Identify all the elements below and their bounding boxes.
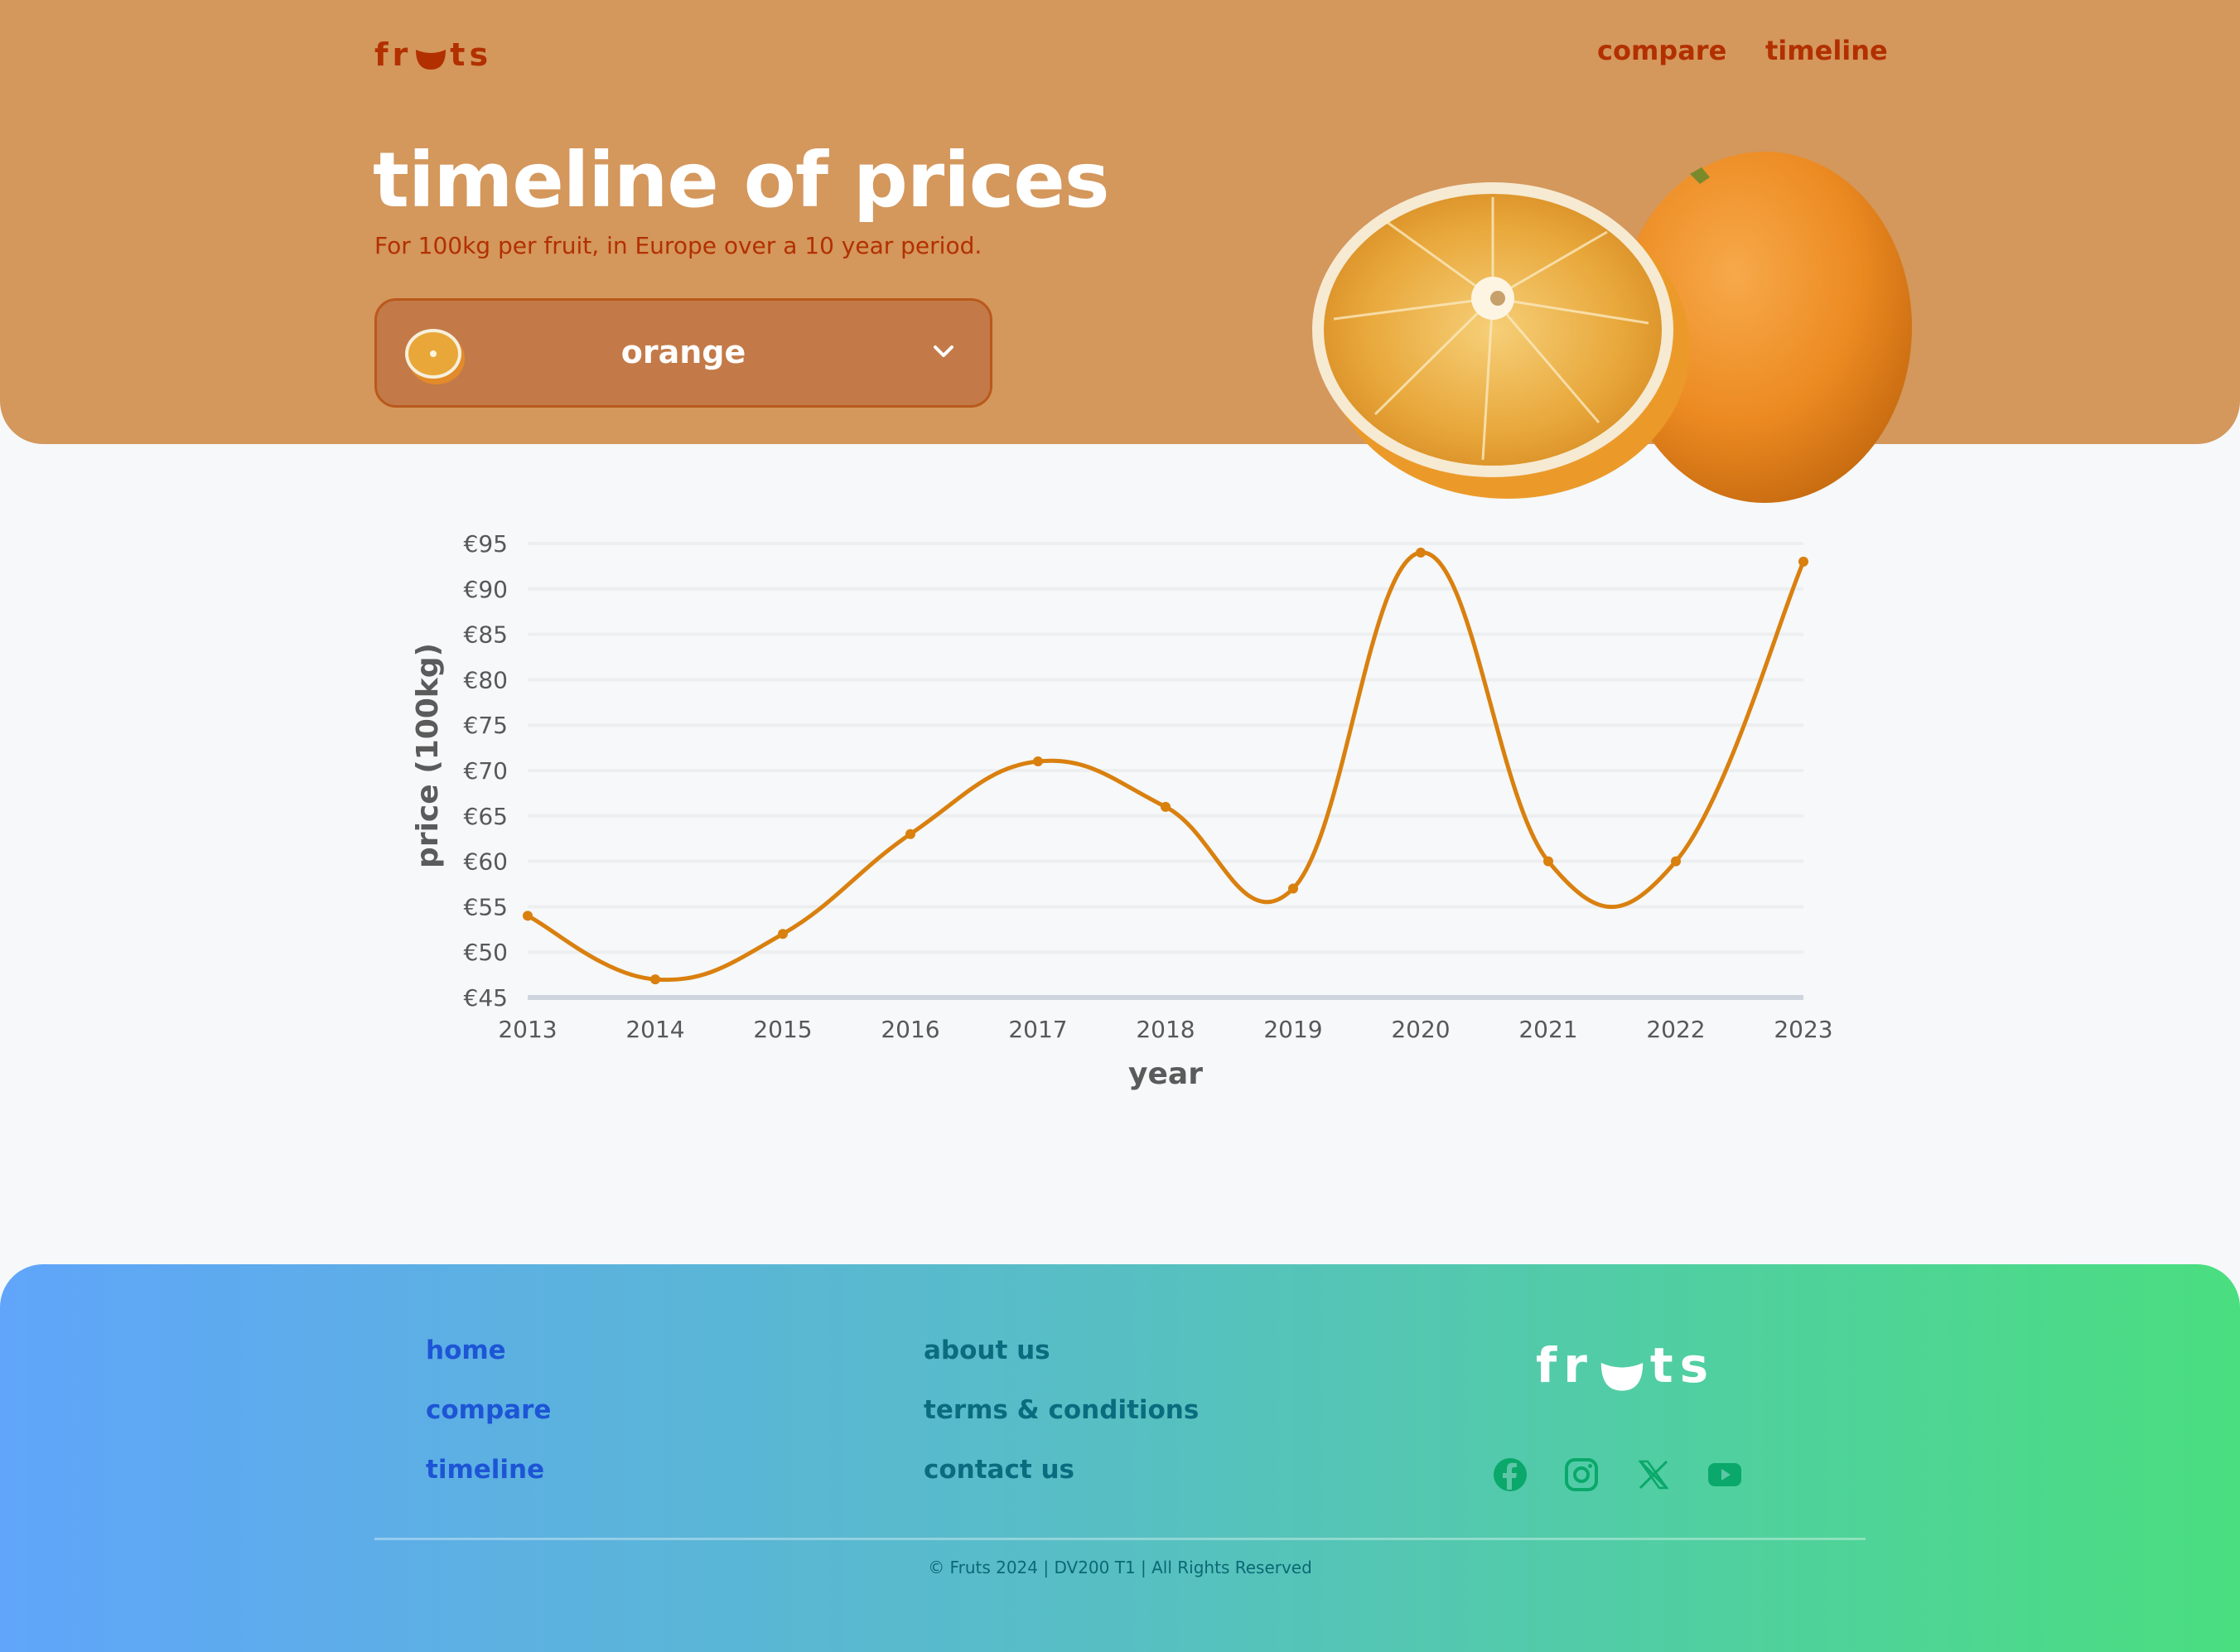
footer-divider	[374, 1538, 1866, 1540]
y-tick-label: €45	[464, 984, 508, 1012]
site-logo[interactable]: fr ts	[374, 33, 492, 73]
y-tick-label: €50	[464, 939, 508, 966]
x-axis-ticks: 2013 2014 2015 2016 2017 2018 2019 2020 2021 2022…	[498, 1016, 1832, 1043]
x-tick-label: 2023	[1774, 1016, 1832, 1043]
footer-logo[interactable]: fr ts	[1536, 1332, 1715, 1394]
footer-contact-link[interactable]: contact us	[924, 1455, 1074, 1485]
logo-text-start: fr	[1536, 1337, 1594, 1394]
y-tick-label: €75	[464, 712, 508, 739]
data-point	[1416, 547, 1426, 558]
price-timeline-chart: €45€50€55€60€65€70€75€80€85€90€95 2013 20…	[411, 530, 1833, 1091]
x-tick-label: 2015	[753, 1016, 812, 1043]
y-tick-label: €80	[464, 666, 508, 693]
data-point	[1288, 883, 1298, 894]
data-point	[1161, 801, 1171, 812]
chevron-down-icon	[934, 345, 953, 357]
y-tick-label: €65	[464, 803, 508, 830]
data-point	[1671, 856, 1681, 867]
instagram-icon[interactable]	[1563, 1456, 1600, 1493]
site-footer: home compare timeline about us terms & c…	[0, 1264, 2240, 1652]
footer-compare-link[interactable]: compare	[426, 1395, 551, 1425]
footer-about-link[interactable]: about us	[924, 1336, 1050, 1365]
logo-text-end: ts	[450, 36, 493, 73]
fruit-select[interactable]: orange	[374, 298, 992, 408]
x-tick-label: 2017	[1008, 1016, 1067, 1043]
footer-timeline-link[interactable]: timeline	[426, 1455, 544, 1485]
x-tick-label: 2020	[1391, 1016, 1450, 1043]
y-tick-label: €85	[464, 621, 508, 649]
x-tick-label: 2018	[1136, 1016, 1195, 1043]
logo-text-start: fr	[374, 36, 413, 73]
data-point	[523, 911, 533, 921]
y-axis-title: price (100kg)	[411, 643, 445, 868]
data-point	[1033, 756, 1043, 767]
y-tick-label: €90	[464, 576, 508, 603]
y-tick-label: €70	[464, 757, 508, 785]
nav-compare-link[interactable]: compare	[1597, 35, 1726, 66]
x-tick-label: 2021	[1518, 1016, 1577, 1043]
x-tick-label: 2014	[625, 1016, 684, 1043]
data-point	[650, 974, 660, 985]
price-series-line	[526, 550, 1806, 983]
x-tick-label: 2016	[881, 1016, 939, 1043]
y-tick-label: €95	[464, 530, 508, 558]
logo-text-end: ts	[1649, 1337, 1716, 1394]
orange-hero-image	[1312, 152, 1912, 503]
footer-home-link[interactable]: home	[426, 1336, 506, 1365]
youtube-icon[interactable]	[1707, 1456, 1743, 1493]
x-axis-title: year	[1128, 1057, 1203, 1091]
x-tick-label: 2013	[498, 1016, 557, 1043]
price-series-points	[523, 547, 1808, 985]
page-title: timeline of prices	[373, 136, 1109, 225]
fruit-select-value: orange	[620, 334, 746, 370]
copyright-text: © Fruts 2024 | DV200 T1 | All Rights Res…	[928, 1558, 1312, 1577]
logo-fruit-icon	[1599, 1349, 1645, 1391]
data-point	[1798, 556, 1808, 567]
x-icon[interactable]	[1635, 1456, 1672, 1493]
data-point	[1543, 856, 1553, 867]
data-point	[778, 929, 788, 940]
x-tick-label: 2022	[1646, 1016, 1705, 1043]
y-axis-ticks: €45 €50 €55 €60 €65 €70 €75 €80 €85 €90 €95	[464, 530, 508, 1012]
page-subtitle: For 100kg per fruit, in Europe over a 10…	[374, 232, 982, 259]
facebook-icon[interactable]	[1492, 1456, 1528, 1493]
nav-timeline-link[interactable]: timeline	[1765, 35, 1888, 66]
x-tick-label: 2019	[1263, 1016, 1322, 1043]
logo-fruit-icon	[414, 42, 447, 70]
y-tick-label: €60	[464, 848, 508, 876]
chart-grid	[528, 542, 1803, 954]
footer-terms-link[interactable]: terms & conditions	[924, 1395, 1199, 1425]
data-point	[905, 828, 915, 839]
y-tick-label: €55	[464, 893, 508, 920]
